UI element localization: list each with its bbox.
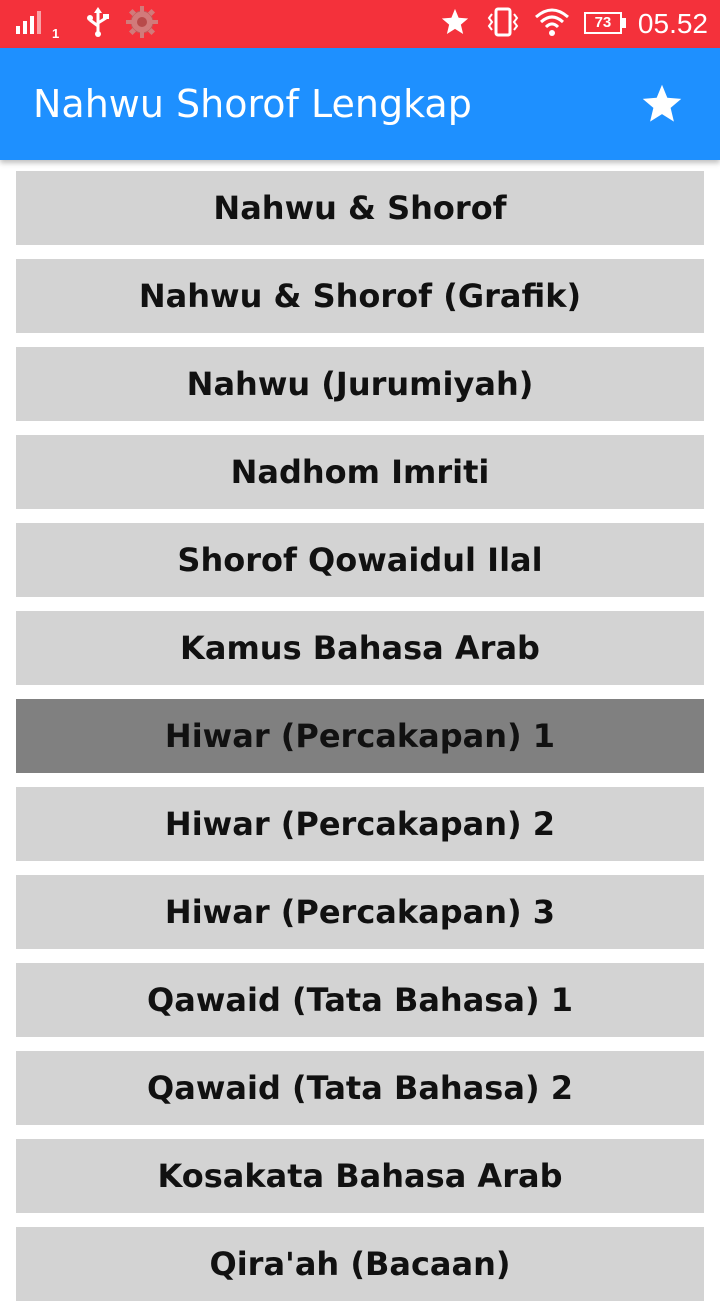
menu-item[interactable]: Hiwar (Percakapan) 2 — [16, 787, 704, 861]
battery-icon: 73 — [583, 12, 628, 36]
status-left-icons: 1 — [0, 0, 159, 48]
menu-item[interactable]: Kamus Bahasa Arab — [16, 611, 704, 685]
menu-item[interactable]: Qawaid (Tata Bahasa) 2 — [16, 1051, 704, 1125]
settings-gear-icon — [125, 5, 159, 44]
menu-item[interactable]: Shorof Qowaidul Ilal — [16, 523, 704, 597]
status-right-icons: 73 05.52 — [440, 0, 720, 48]
favorites-button[interactable] — [640, 82, 684, 126]
menu-item[interactable]: Qawaid (Tata Bahasa) 1 — [16, 963, 704, 1037]
battery-level: 73 — [594, 14, 612, 31]
usb-icon — [85, 6, 111, 43]
signal-icon — [14, 8, 48, 41]
sim-slot-label: 1 — [52, 25, 60, 41]
app-bar: Nahwu Shorof Lengkap — [0, 48, 720, 160]
app-title: Nahwu Shorof Lengkap — [33, 82, 472, 126]
vibrate-icon — [486, 6, 520, 43]
menu-item[interactable]: Nahwu & Shorof — [16, 171, 704, 245]
menu-item[interactable]: Nahwu & Shorof (Grafik) — [16, 259, 704, 333]
status-bar: 1 73 05.52 — [0, 0, 720, 48]
menu-item[interactable]: Nadhom Imriti — [16, 435, 704, 509]
menu-list: Nahwu & Shorof Nahwu & Shorof (Grafik) N… — [16, 171, 704, 1315]
menu-item[interactable]: Qira'ah (Bacaan) — [16, 1227, 704, 1301]
star-icon — [440, 7, 470, 42]
status-clock: 05.52 — [637, 8, 708, 39]
menu-item[interactable]: Nahwu (Jurumiyah) — [16, 347, 704, 421]
menu-item[interactable]: Hiwar (Percakapan) 3 — [16, 875, 704, 949]
menu-item[interactable]: Kosakata Bahasa Arab — [16, 1139, 704, 1213]
star-icon — [642, 84, 682, 122]
wifi-icon — [534, 7, 570, 42]
menu-item[interactable]: Hiwar (Percakapan) 1 — [16, 699, 704, 773]
